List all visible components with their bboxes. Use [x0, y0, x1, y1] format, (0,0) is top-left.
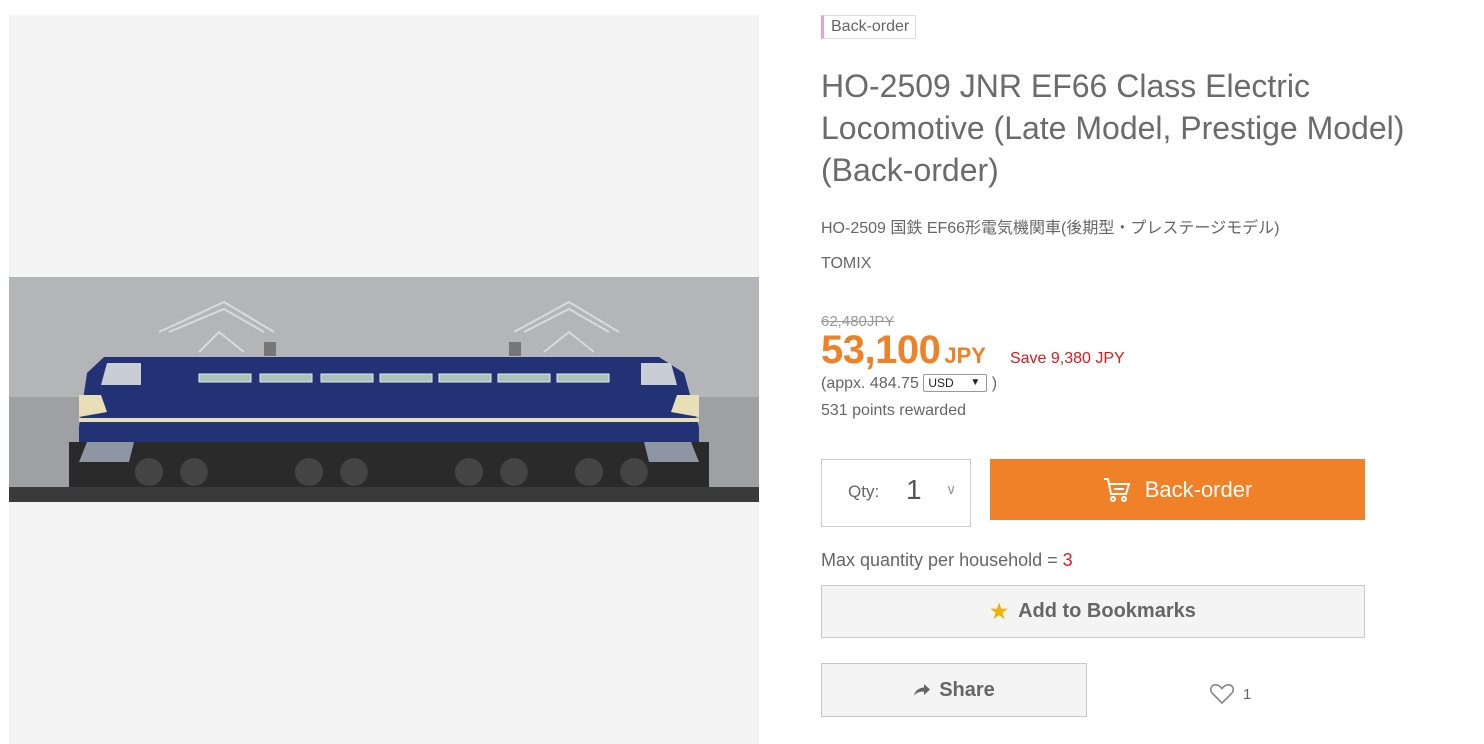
price-row: 53,100 JPY Save 9,380 JPY [821, 328, 1125, 372]
max-quantity-label: Max quantity per household = [821, 550, 1063, 570]
max-quantity-value: 3 [1062, 550, 1073, 570]
back-order-button-label: Back-order [1144, 476, 1253, 502]
share-arrow-icon [914, 684, 931, 696]
cart-icon [1103, 477, 1131, 502]
chevron-down-icon: ∨ [946, 481, 957, 497]
quantity-select[interactable]: Qty: 1 ∨ [821, 459, 971, 527]
like-count: 1 [1243, 685, 1252, 703]
product-title: HO-2509 JNR EF66 Class Electric Locomoti… [821, 68, 1405, 188]
product-photo[interactable] [9, 277, 759, 502]
quantity-value: 1 [906, 474, 922, 505]
like-button[interactable]: 1 [1209, 683, 1251, 705]
back-order-button[interactable]: Back-order [990, 459, 1365, 520]
add-to-bookmarks-button[interactable]: ★ Add to Bookmarks [821, 585, 1365, 638]
star-icon: ★ [990, 601, 1009, 623]
approx-price-close: ) [991, 375, 998, 392]
approx-price: (appx. 484.75 USD ▼ ) [821, 374, 997, 393]
max-quantity-note: Max quantity per household = 3 [821, 550, 1073, 571]
currency-select-value: USD [928, 376, 954, 390]
points-rewarded: 531 points rewarded [821, 402, 966, 419]
quantity-label: Qty: [848, 482, 880, 501]
share-label: Share [939, 678, 995, 701]
product-japanese-name: HO-2509 国鉄 EF66形電気機関車(後期型・プレステージモデル) [821, 220, 1280, 237]
heart-icon [1210, 684, 1234, 705]
savings-text: Save 9,380 JPY [1009, 350, 1125, 367]
product-image-panel [9, 15, 759, 744]
sale-price: 53,100 [821, 328, 941, 372]
manufacturer-link[interactable]: TOMIX [821, 255, 871, 273]
add-to-bookmarks-label: Add to Bookmarks [1018, 600, 1196, 622]
approx-price-value: (appx. 484.75 [821, 375, 919, 392]
currency-select[interactable]: USD ▼ [923, 374, 988, 392]
dropdown-caret-icon: ▼ [970, 377, 981, 388]
share-button[interactable]: Share [821, 663, 1087, 717]
price-currency: JPY [944, 343, 986, 368]
status-badge: Back-order [821, 15, 917, 39]
